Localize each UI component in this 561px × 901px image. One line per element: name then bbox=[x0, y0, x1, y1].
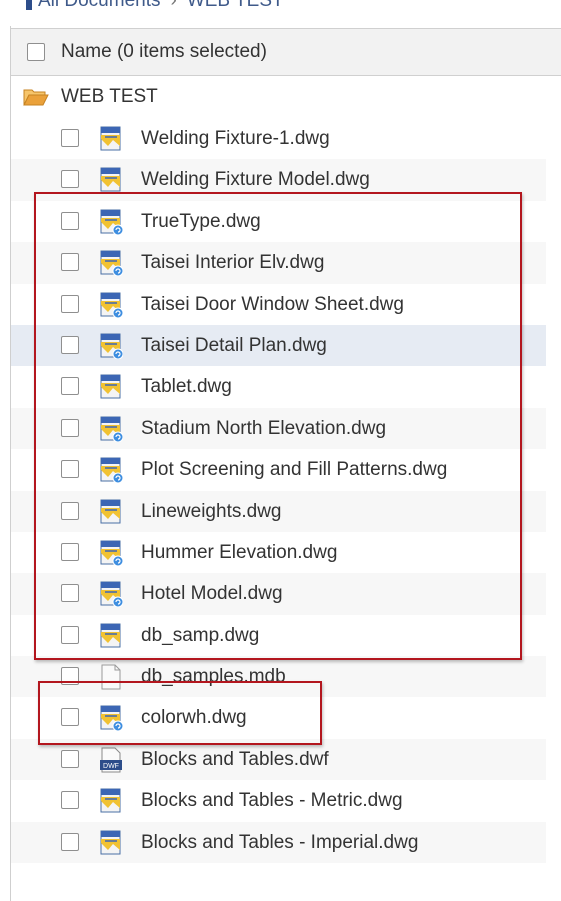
breadcrumb-current: WEB TEST bbox=[186, 0, 284, 11]
file-name-link[interactable]: Lineweights.dwg bbox=[141, 501, 281, 523]
dwg-file-icon bbox=[100, 788, 121, 813]
file-name-link[interactable]: Taisei Door Window Sheet.dwg bbox=[141, 294, 404, 316]
file-name-link[interactable]: Blocks and Tables.dwf bbox=[141, 749, 329, 771]
file-select-checkbox[interactable] bbox=[61, 832, 79, 851]
breadcrumb-text: All Documents › WEB TEST bbox=[38, 0, 284, 12]
file-row[interactable]: Taisei Door Window Sheet.dwg bbox=[11, 284, 546, 325]
file-name-link[interactable]: Tablet.dwg bbox=[141, 376, 232, 398]
breadcrumb-root-link[interactable]: All Documents bbox=[38, 0, 161, 11]
file-row[interactable]: Stadium North Elevation.dwg bbox=[11, 407, 546, 450]
file-select-checkbox[interactable] bbox=[61, 667, 79, 686]
file-row[interactable]: db_samples.mdb bbox=[11, 656, 546, 698]
file-select-checkbox[interactable] bbox=[61, 625, 79, 644]
dwg-xref-file-icon bbox=[100, 705, 123, 732]
dwf-file-icon: DWF bbox=[100, 747, 122, 773]
file-list-panel: Name (0 items selected) WEB TEST Welding… bbox=[10, 26, 561, 901]
file-row[interactable]: Blocks and Tables - Metric.dwg bbox=[11, 780, 546, 821]
dwg-xref-file-icon bbox=[100, 292, 123, 318]
dwg-xref-file-icon bbox=[100, 540, 123, 566]
file-row[interactable]: Taisei Detail Plan.dwg bbox=[11, 324, 546, 367]
dwg-xref-file-icon bbox=[100, 416, 123, 442]
file-select-checkbox[interactable] bbox=[61, 335, 79, 354]
file-select-checkbox[interactable] bbox=[61, 211, 79, 230]
folder-row-web-test[interactable]: WEB TEST bbox=[11, 76, 561, 118]
file-row[interactable]: DWF Blocks and Tables.dwf bbox=[11, 738, 546, 781]
file-name-link[interactable]: Hummer Elevation.dwg bbox=[141, 542, 337, 564]
file-select-checkbox[interactable] bbox=[61, 253, 79, 272]
generic-file-icon bbox=[101, 664, 121, 690]
dwg-xref-file-icon bbox=[100, 209, 123, 235]
file-select-checkbox[interactable] bbox=[61, 294, 79, 313]
file-select-checkbox[interactable] bbox=[61, 501, 79, 520]
file-name-link[interactable]: Blocks and Tables - Metric.dwg bbox=[141, 790, 403, 812]
file-row[interactable]: Lineweights.dwg bbox=[11, 490, 546, 532]
file-name-link[interactable]: Taisei Interior Elv.dwg bbox=[141, 252, 324, 274]
file-row[interactable]: TrueType.dwg bbox=[11, 201, 546, 242]
file-name-link[interactable]: Plot Screening and Fill Patterns.dwg bbox=[141, 459, 447, 481]
file-list: Welding Fixture-1.dwg Welding Fixture Mod… bbox=[11, 118, 561, 864]
file-row[interactable]: Blocks and Tables - Imperial.dwg bbox=[11, 821, 546, 864]
file-name-link[interactable]: db_samp.dwg bbox=[141, 625, 259, 647]
dwg-file-icon bbox=[100, 623, 121, 648]
file-select-checkbox[interactable] bbox=[61, 170, 79, 189]
breadcrumb: All Documents › WEB TEST bbox=[0, 0, 561, 24]
folder-label: WEB TEST bbox=[61, 86, 158, 107]
file-name-link[interactable]: TrueType.dwg bbox=[141, 211, 261, 233]
file-row[interactable]: colorwh.dwg bbox=[11, 697, 546, 738]
file-row[interactable]: Hummer Elevation.dwg bbox=[11, 532, 546, 573]
file-name-link[interactable]: colorwh.dwg bbox=[141, 707, 247, 729]
breadcrumb-bullet-icon bbox=[26, 0, 32, 10]
dwg-file-icon bbox=[100, 126, 121, 151]
file-select-checkbox[interactable] bbox=[61, 708, 79, 727]
folder-open-icon bbox=[23, 89, 49, 106]
file-name-link[interactable]: Blocks and Tables - Imperial.dwg bbox=[141, 832, 418, 854]
file-select-checkbox[interactable] bbox=[61, 460, 79, 479]
file-name-link[interactable]: Welding Fixture Model.dwg bbox=[141, 169, 370, 191]
file-row[interactable]: Hotel Model.dwg bbox=[11, 573, 546, 615]
dwg-file-icon bbox=[100, 167, 121, 192]
dwg-xref-file-icon bbox=[100, 333, 123, 359]
file-row[interactable]: Welding Fixture Model.dwg bbox=[11, 159, 546, 201]
name-column-label: Name (0 items selected) bbox=[61, 41, 267, 62]
breadcrumb-separator: › bbox=[170, 0, 177, 11]
file-name-link[interactable]: Welding Fixture-1.dwg bbox=[141, 128, 330, 150]
file-row[interactable]: Plot Screening and Fill Patterns.dwg bbox=[11, 449, 546, 490]
file-select-checkbox[interactable] bbox=[61, 749, 79, 768]
file-name-link[interactable]: Hotel Model.dwg bbox=[141, 583, 283, 605]
file-name-link[interactable]: db_samples.mdb bbox=[141, 666, 286, 688]
file-row[interactable]: db_samp.dwg bbox=[11, 615, 546, 656]
file-row[interactable]: Tablet.dwg bbox=[11, 366, 546, 407]
dwg-xref-file-icon bbox=[100, 581, 123, 608]
dwg-file-icon bbox=[100, 830, 121, 855]
file-row[interactable]: Taisei Interior Elv.dwg bbox=[11, 242, 546, 284]
file-select-checkbox[interactable] bbox=[61, 584, 79, 603]
file-select-checkbox[interactable] bbox=[61, 791, 79, 810]
dwg-xref-file-icon bbox=[100, 250, 123, 277]
name-column-header[interactable]: Name (0 items selected) bbox=[11, 28, 561, 76]
file-name-link[interactable]: Stadium North Elevation.dwg bbox=[141, 418, 386, 440]
dwg-file-icon bbox=[100, 374, 121, 399]
file-name-link[interactable]: Taisei Detail Plan.dwg bbox=[141, 335, 327, 357]
dwg-file-icon bbox=[100, 499, 121, 524]
file-row[interactable]: Welding Fixture-1.dwg bbox=[11, 118, 546, 159]
file-select-checkbox[interactable] bbox=[61, 129, 79, 147]
svg-text:DWF: DWF bbox=[103, 763, 119, 770]
file-select-checkbox[interactable] bbox=[61, 418, 79, 437]
file-select-checkbox[interactable] bbox=[61, 542, 79, 561]
dwg-xref-file-icon bbox=[100, 457, 123, 484]
select-all-checkbox[interactable] bbox=[27, 43, 45, 61]
file-select-checkbox[interactable] bbox=[61, 377, 79, 396]
